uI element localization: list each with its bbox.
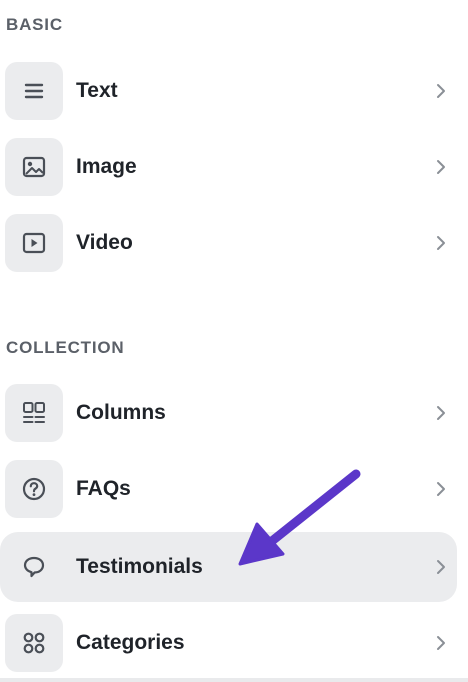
section-title-basic: BASIC: [6, 15, 63, 34]
chevron-right-icon: [437, 560, 445, 574]
four-circles-icon: [23, 632, 45, 654]
chevron-right-icon: [437, 636, 445, 650]
video-play-icon: [22, 232, 46, 254]
chevron-right-icon: [437, 160, 445, 174]
section-title-collection: COLLECTION: [6, 338, 125, 357]
text-lines-icon: [24, 83, 44, 99]
image-icon: [22, 156, 46, 178]
menu-item-label: Image: [76, 155, 137, 178]
icon-tile: [5, 214, 63, 272]
menu-item-columns[interactable]: Columns: [0, 378, 457, 448]
icon-tile: [5, 384, 63, 442]
menu-item-testimonials[interactable]: Testimonials: [0, 532, 457, 602]
chevron-right-icon: [437, 236, 445, 250]
menu-item-faqs[interactable]: FAQs: [0, 454, 457, 524]
menu-item-label: Text: [76, 79, 118, 102]
block-picker-panel: BASIC Text Image Video COLLECTION Column…: [0, 0, 468, 682]
menu-item-label: FAQs: [76, 477, 131, 500]
icon-tile: [5, 460, 63, 518]
chevron-right-icon: [437, 406, 445, 420]
menu-item-video[interactable]: Video: [0, 208, 457, 278]
menu-item-label: Columns: [76, 401, 166, 424]
icon-tile: [5, 62, 63, 120]
chevron-right-icon: [437, 482, 445, 496]
menu-item-label: Testimonials: [76, 555, 203, 578]
menu-item-image[interactable]: Image: [0, 132, 457, 202]
icon-tile: [5, 614, 63, 672]
bottom-divider: [0, 678, 468, 682]
menu-item-label: Categories: [76, 631, 185, 654]
columns-grid-icon: [23, 402, 45, 423]
icon-tile: [5, 538, 63, 596]
speech-bubble-icon: [23, 556, 45, 578]
menu-item-categories[interactable]: Categories: [0, 608, 457, 678]
question-circle-icon: [22, 477, 46, 501]
menu-item-text[interactable]: Text: [0, 56, 457, 126]
chevron-right-icon: [437, 84, 445, 98]
menu-item-label: Video: [76, 231, 133, 254]
icon-tile: [5, 138, 63, 196]
